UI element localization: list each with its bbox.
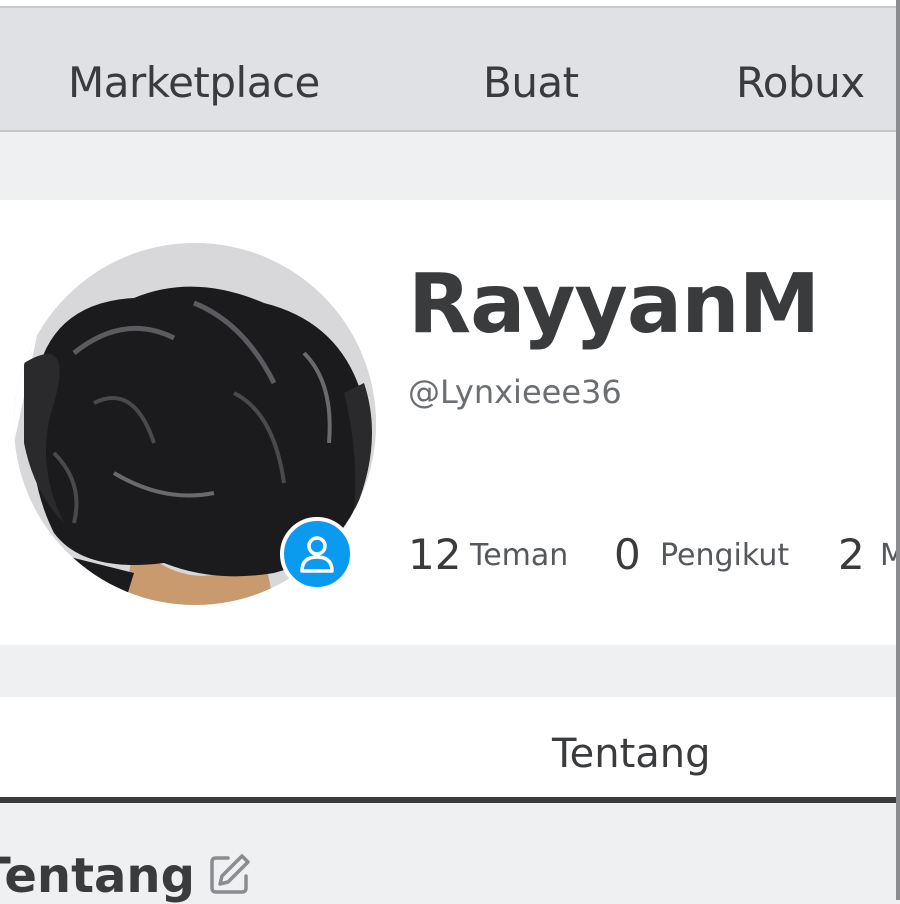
followers-count[interactable]: 0	[614, 530, 641, 579]
active-tab-indicator	[0, 797, 896, 803]
username: @Lynxieee36	[408, 373, 622, 411]
online-status-badge	[280, 517, 354, 591]
user-icon	[300, 536, 334, 573]
edit-icon-graphic	[210, 854, 250, 894]
friends-count[interactable]: 12	[408, 530, 461, 579]
profile-header-card: RayyanM @Lynxieee36 12 Teman 0 Pengikut …	[0, 200, 900, 645]
pencil-icon[interactable]	[208, 852, 252, 896]
friends-label[interactable]: Teman	[470, 538, 568, 573]
tab-about[interactable]: Tentang	[552, 731, 711, 777]
nav-robux-link[interactable]: Robux	[736, 58, 865, 107]
followers-label[interactable]: Pengikut	[660, 538, 789, 573]
window-top-edge	[0, 0, 900, 8]
top-navigation-bar: Marketplace Buat Robux	[0, 8, 896, 132]
display-name: RayyanM	[408, 257, 820, 352]
nav-create-link[interactable]: Buat	[483, 58, 579, 107]
window-right-edge	[896, 0, 900, 900]
following-count[interactable]: 2	[838, 530, 865, 579]
nav-marketplace-link[interactable]: Marketplace	[68, 58, 320, 107]
profile-tab-bar: Tentang	[0, 697, 896, 797]
about-section-title: Tentang	[0, 848, 195, 904]
